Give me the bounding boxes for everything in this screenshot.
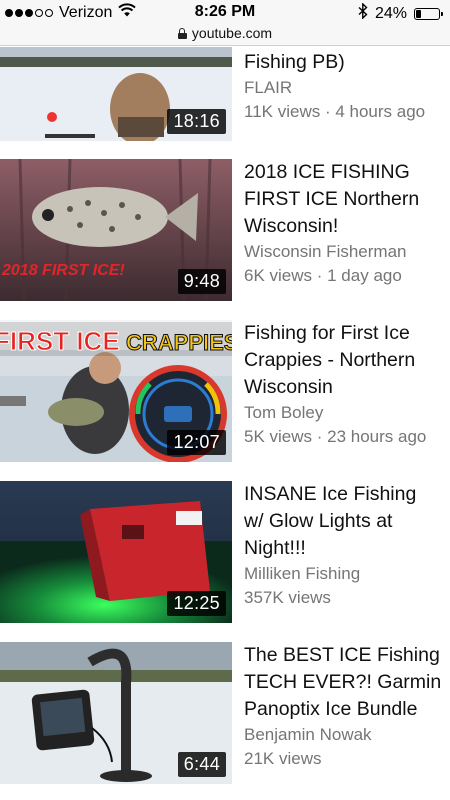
video-thumbnail[interactable]: 12:25 [0,481,232,623]
video-item[interactable]: 12:25 INSANE Ice Fishing w/ Glow Lights … [0,481,450,623]
video-info[interactable]: 2018 ICE FISHING FIRST ICE Northern Wisc… [244,159,450,288]
video-thumbnail[interactable]: 6:44 [0,642,232,784]
thumbnail-caption: 2018 FIRST ICE! [1,262,125,279]
thumbnail-caption-left: FIRST ICE [0,326,120,356]
video-info[interactable]: INSANE Ice Fishing w/ Glow Lights at Nig… [244,481,450,610]
video-duration: 9:48 [177,269,226,294]
video-duration: 18:16 [167,109,226,134]
video-channel[interactable]: Benjamin Nowak [244,723,450,747]
address-bar-content: youtube.com [177,25,273,41]
video-thumbnail[interactable]: 18:16 [0,47,232,141]
video-meta: 21K views [244,749,322,768]
video-duration: 12:07 [167,430,226,455]
video-title[interactable]: The BEST ICE Fishing TECH EVER?! Garmin … [244,642,450,723]
video-info[interactable]: Fishing for First Ice Crappies - Norther… [244,320,450,449]
video-channel[interactable]: Milliken Fishing [244,562,450,586]
video-list[interactable]: 18:16 Fishing PB) FLAIR 11K views · 4 ho… [0,47,450,800]
video-item[interactable]: FIRST ICE CRAPPIES 12:07 Fishing for Fir… [0,320,450,462]
video-meta: 5K views · 23 hours ago [244,427,427,446]
video-thumbnail[interactable]: FIRST ICE CRAPPIES 12:07 [0,320,232,462]
video-duration: 12:25 [167,591,226,616]
video-channel[interactable]: Tom Boley [244,401,450,425]
video-item[interactable]: 2018 FIRST ICE! 9:48 2018 ICE FISHING FI… [0,159,450,301]
video-item[interactable]: 6:44 The BEST ICE Fishing TECH EVER?! Ga… [0,642,450,784]
lock-icon [177,27,187,39]
video-duration: 6:44 [177,752,226,777]
video-meta: 11K views · 4 hours ago [244,102,426,121]
video-title[interactable]: INSANE Ice Fishing w/ Glow Lights at Nig… [244,481,450,562]
battery-percent: 24% [374,4,407,22]
video-meta: 6K views · 1 day ago [244,266,402,285]
video-title[interactable]: Fishing PB) [244,47,450,76]
status-right: 24% [358,2,443,24]
video-channel[interactable]: Wisconsin Fisherman [244,240,450,264]
battery-icon [414,7,443,20]
address-bar[interactable]: youtube.com [0,24,450,46]
thumbnail-caption-right: CRAPPIES [126,330,232,355]
video-meta: 357K views [244,588,331,607]
video-channel[interactable]: FLAIR [244,76,450,100]
video-info[interactable]: Fishing PB) FLAIR 11K views · 4 hours ag… [244,47,450,124]
video-title[interactable]: Fishing for First Ice Crappies - Norther… [244,320,450,401]
video-title[interactable]: 2018 ICE FISHING FIRST ICE Northern Wisc… [244,159,450,240]
video-info[interactable]: The BEST ICE Fishing TECH EVER?! Garmin … [244,642,450,771]
url-text: youtube.com [191,25,273,41]
video-thumbnail[interactable]: 2018 FIRST ICE! 9:48 [0,159,232,301]
video-item[interactable]: 18:16 Fishing PB) FLAIR 11K views · 4 ho… [0,47,450,141]
bluetooth-icon [358,2,368,24]
status-bar: Verizon 8:26 PM 24% [0,0,450,24]
battery-fill [416,9,421,18]
